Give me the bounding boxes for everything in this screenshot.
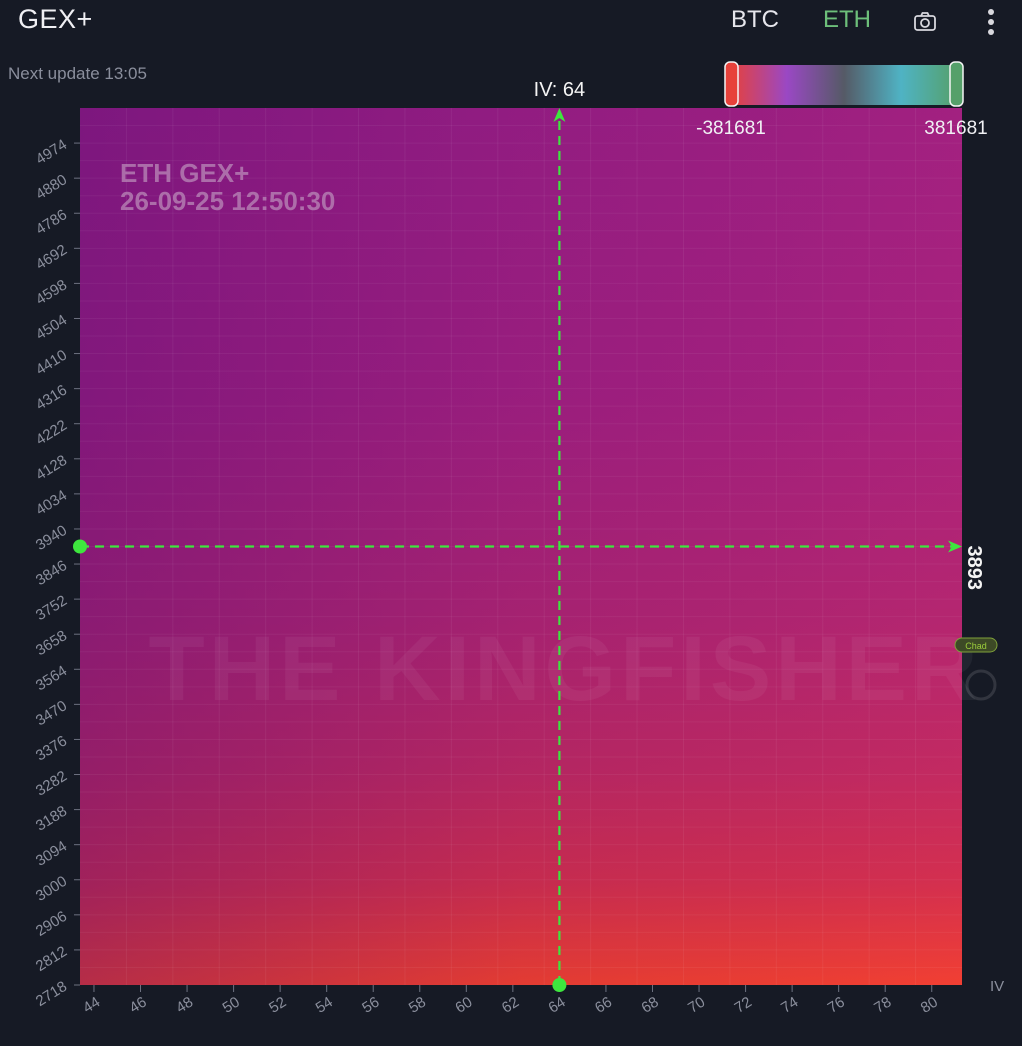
y-tick-label: 3376 xyxy=(33,732,70,764)
x-tick-label: 54 xyxy=(313,994,336,1017)
y-tick-label: 3940 xyxy=(33,522,70,554)
chart-title: ETH GEX+ xyxy=(120,158,249,188)
app-root: GEX+ BTC ETH Next update 13:05 THE KINGF… xyxy=(0,0,1022,1046)
chad-badge-label: Chad xyxy=(965,641,987,651)
y-tick-label: 4974 xyxy=(33,136,70,168)
x-tick-label: 64 xyxy=(545,994,568,1017)
y-tick-label: 3094 xyxy=(33,838,70,870)
x-tick-label: 56 xyxy=(359,994,382,1017)
y-tick-label: 3000 xyxy=(33,873,70,905)
color-scale-max-label: 381681 xyxy=(924,118,987,139)
x-tick-label: 68 xyxy=(639,994,662,1017)
x-axis: 44 46 48 50 52 54 56 58 60 62 64 66 68 70 72 74 76 78 80 xyxy=(80,985,941,1017)
y-tick-label: 4598 xyxy=(33,276,70,308)
x-tick-label: 66 xyxy=(592,994,615,1017)
y-tick-label: 4034 xyxy=(33,487,70,519)
gex-heatmap-chart: THE KINGFISHER ETH GEX+ 26-09-25 12:50:3… xyxy=(33,61,1004,1017)
color-scale-min-label: -381681 xyxy=(696,118,766,139)
x-tick-label: 50 xyxy=(220,994,243,1017)
color-scale-max-handle[interactable] xyxy=(949,61,964,107)
y-tick-label: 4786 xyxy=(33,206,70,238)
y-tick-label: 3846 xyxy=(33,557,70,589)
chad-badge: Chad xyxy=(954,637,998,653)
x-axis-label: IV xyxy=(990,978,1004,995)
x-tick-label: 52 xyxy=(266,994,289,1017)
crosshair-y-anchor[interactable] xyxy=(73,539,87,554)
x-tick-label: 70 xyxy=(685,994,708,1017)
x-tick-label: 46 xyxy=(127,994,150,1017)
x-tick-label: 44 xyxy=(80,994,103,1017)
crosshair-iv-label: IV: 64 xyxy=(534,79,586,101)
x-tick-label: 74 xyxy=(778,994,801,1017)
y-tick-label: 3658 xyxy=(33,627,70,659)
y-tick-label: 3282 xyxy=(33,767,70,799)
y-tick-label: 2718 xyxy=(33,978,70,1010)
watermark-text: THE KINGFISHER xyxy=(149,618,982,720)
y-tick-label: 4316 xyxy=(33,382,70,414)
x-tick-label: 60 xyxy=(452,994,475,1017)
y-tick-label: 4128 xyxy=(33,452,70,484)
y-tick-label: 4504 xyxy=(33,311,70,343)
x-tick-label: 62 xyxy=(499,994,522,1017)
y-tick-label: 3564 xyxy=(33,662,70,694)
y-tick-label: 2906 xyxy=(33,908,70,940)
color-scale-bar xyxy=(730,65,958,105)
x-tick-label: 72 xyxy=(732,994,755,1017)
y-tick-label: 4692 xyxy=(33,241,70,273)
y-tick-label: 4222 xyxy=(33,417,70,449)
y-axis: 271828122906300030943188 3282337634703564… xyxy=(33,136,80,1010)
crosshair-x-anchor[interactable] xyxy=(552,978,567,992)
y-tick-label: 3752 xyxy=(33,592,70,624)
color-scale-min-handle[interactable] xyxy=(724,61,739,107)
y-tick-label: 4410 xyxy=(33,347,70,379)
x-tick-label: 78 xyxy=(871,994,894,1017)
y-tick-label: 2812 xyxy=(33,943,70,975)
x-tick-label: 58 xyxy=(406,994,429,1017)
crosshair-price-label: 3893 xyxy=(963,546,985,591)
chart-subtitle: 26-09-25 12:50:30 xyxy=(120,186,335,216)
y-tick-label: 3470 xyxy=(33,697,70,729)
y-tick-label: 3188 xyxy=(33,803,70,835)
y-tick-label: 4880 xyxy=(33,171,70,203)
x-tick-label: 76 xyxy=(825,994,848,1017)
x-tick-label: 80 xyxy=(918,994,941,1017)
x-tick-label: 48 xyxy=(173,994,196,1017)
